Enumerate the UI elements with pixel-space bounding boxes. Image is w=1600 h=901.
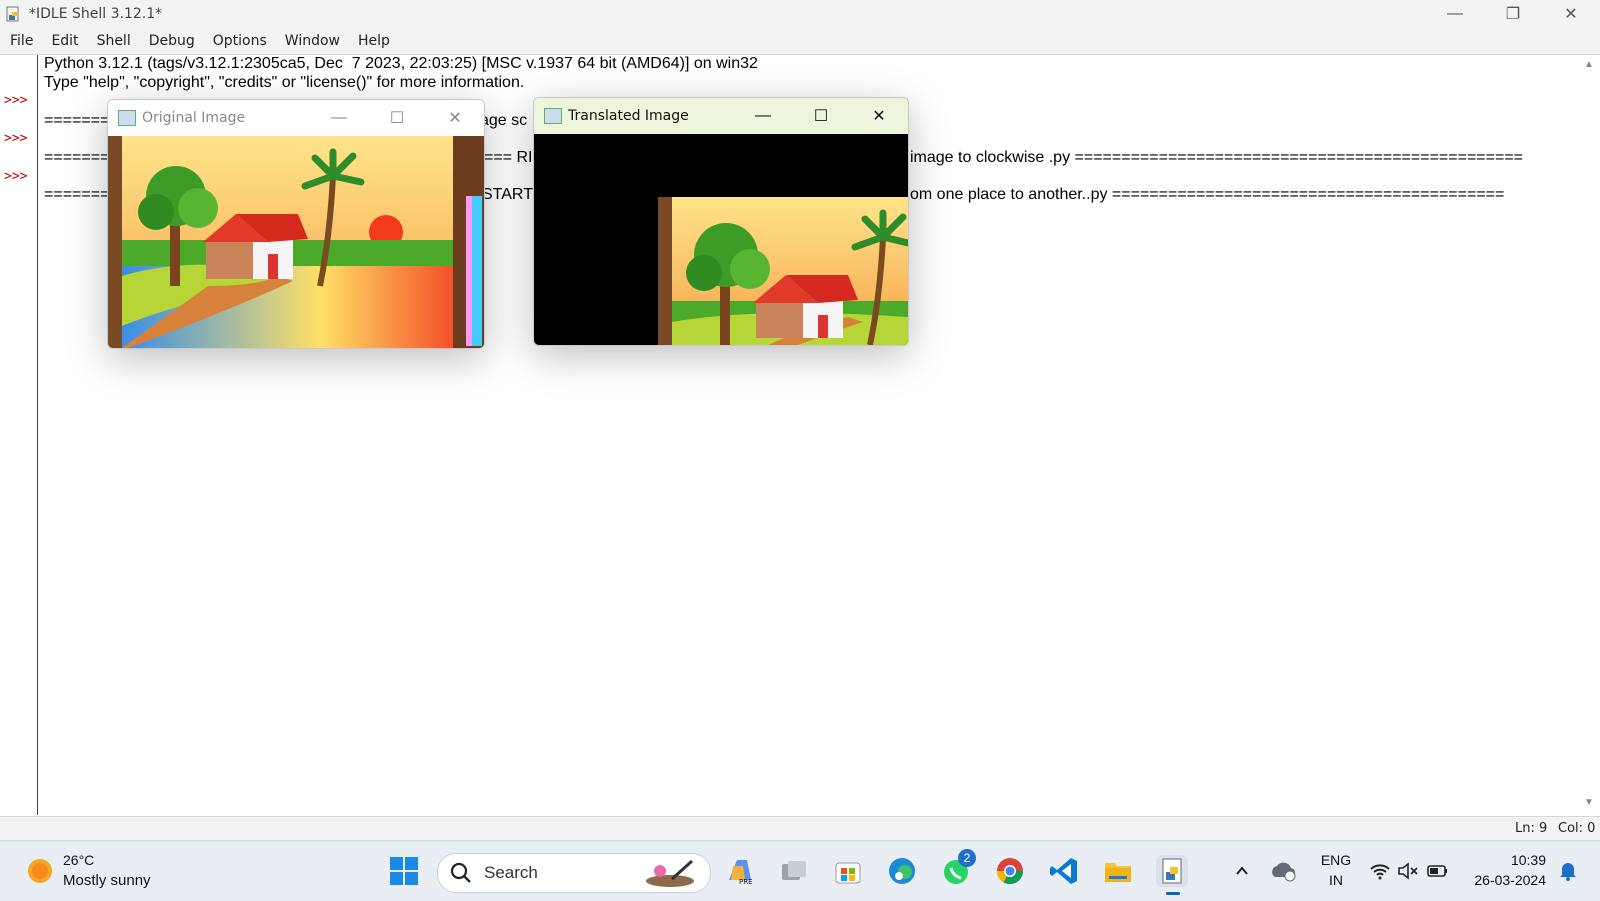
restore-button[interactable]: ❐ — [1484, 0, 1542, 28]
weather-sun-icon[interactable] — [22, 855, 58, 887]
menu-bar: File Edit Shell Debug Options Window Hel… — [0, 28, 1600, 55]
window-icon — [118, 110, 136, 126]
window-title: Translated Image — [568, 108, 689, 124]
column-number: Col: 0 — [1558, 821, 1596, 836]
translated-image-titlebar[interactable]: Translated Image — ☐ ✕ — [534, 98, 908, 134]
window-icon — [544, 108, 562, 124]
volume-muted-icon[interactable] — [1392, 855, 1424, 887]
menu-options[interactable]: Options — [203, 33, 275, 49]
shell-output-line: === RI — [484, 149, 533, 166]
shell-output-line: ======= — [44, 149, 110, 166]
vscode-icon[interactable] — [1048, 855, 1080, 887]
weather-description[interactable]: Mostly sunny — [63, 872, 151, 889]
clock-date[interactable]: 26-03-2024 — [1460, 872, 1546, 888]
idle-taskbar-icon[interactable] — [1156, 855, 1188, 895]
notification-bell-icon[interactable] — [1556, 855, 1580, 887]
window-title: *IDLE Shell 3.12.1* — [29, 6, 163, 22]
shell-output-line: image to clockwise .py =================… — [910, 149, 1524, 166]
translated-image-window[interactable]: Translated Image — ☐ ✕ — [533, 97, 909, 346]
maximize-button[interactable]: ☐ — [792, 98, 850, 134]
shell-output-line: Python 3.12.1 (tags/v3.12.1:2305ca5, Dec… — [44, 55, 758, 72]
close-button[interactable]: ✕ — [850, 98, 908, 134]
search-icon — [450, 862, 471, 883]
menu-file[interactable]: File — [0, 33, 41, 49]
scroll-down-icon[interactable]: ▼ — [1584, 797, 1594, 808]
minimize-button[interactable]: — — [1426, 0, 1484, 28]
input-language[interactable]: ENG — [1318, 852, 1354, 868]
minimize-button[interactable]: — — [310, 100, 368, 136]
active-app-indicator — [1166, 892, 1180, 895]
shell-prompt: >>> — [4, 93, 28, 108]
maximize-button[interactable]: ☐ — [368, 100, 426, 136]
minimize-button[interactable]: — — [734, 98, 792, 134]
menu-edit[interactable]: Edit — [41, 33, 86, 49]
input-region[interactable]: IN — [1318, 872, 1354, 888]
task-view-icon[interactable] — [778, 855, 810, 887]
shell-output-line: START — [482, 186, 533, 203]
shell-prompt: >>> — [4, 131, 28, 146]
microsoft-store-icon[interactable] — [832, 855, 864, 887]
vertical-scrollbar[interactable]: ▲ ▼ — [1578, 55, 1600, 815]
svg-text:PRE: PRE — [739, 878, 753, 886]
title-bar: *IDLE Shell 3.12.1* — ❐ ✕ — [0, 0, 1600, 28]
chrome-icon[interactable] — [994, 855, 1026, 887]
copilot-icon[interactable]: PRE — [724, 855, 756, 887]
prompt-gutter: >>> >>> >>> — [0, 55, 38, 815]
taskbar-search-box[interactable]: Search — [437, 853, 711, 893]
scroll-up-icon[interactable]: ▲ — [1584, 59, 1594, 70]
landscape-painting-image — [108, 136, 484, 348]
shell-output-line: Type "help", "copyright", "credits" or "… — [44, 74, 525, 91]
translated-painting-image — [534, 134, 908, 345]
edge-browser-icon[interactable] — [886, 855, 918, 887]
shell-output-line: om one place to another..py ============… — [910, 186, 1505, 203]
menu-help[interactable]: Help — [348, 33, 398, 49]
line-number: Ln: 9 — [1515, 821, 1548, 836]
menu-window[interactable]: Window — [275, 33, 348, 49]
original-image-window[interactable]: Original Image — ☐ ✕ — [107, 99, 485, 349]
windows-start-icon[interactable] — [388, 855, 420, 887]
shell-output-line: age sc — [480, 112, 528, 129]
close-button[interactable]: ✕ — [1542, 0, 1600, 28]
onedrive-icon[interactable] — [1268, 855, 1300, 887]
original-image-titlebar[interactable]: Original Image — ☐ ✕ — [108, 100, 484, 136]
show-hidden-icons-chevron-icon[interactable] — [1226, 855, 1258, 887]
shell-prompt: >>> — [4, 169, 28, 184]
file-explorer-icon[interactable] — [1102, 855, 1134, 887]
shell-output-line: ======= — [44, 186, 110, 203]
weather-temperature[interactable]: 26°C — [63, 852, 94, 868]
whatsapp-notification-badge: 2 — [958, 849, 976, 867]
menu-debug[interactable]: Debug — [139, 33, 203, 49]
menu-shell[interactable]: Shell — [87, 33, 139, 49]
idle-app-icon — [6, 6, 19, 22]
taskbar: 26°C Mostly sunny Search PRE 2 ENG IN 10… — [0, 840, 1600, 901]
battery-icon[interactable] — [1422, 855, 1454, 887]
search-label: Search — [484, 863, 538, 882]
window-title: Original Image — [142, 110, 246, 126]
shell-output-line: ======= — [44, 112, 110, 129]
whatsapp-icon[interactable]: 2 — [940, 849, 976, 887]
search-highlight-icon — [646, 859, 694, 887]
status-bar: Ln: 9 Col: 0 — [0, 816, 1600, 841]
clock-time[interactable]: 10:39 — [1466, 852, 1546, 868]
close-button[interactable]: ✕ — [426, 100, 484, 136]
